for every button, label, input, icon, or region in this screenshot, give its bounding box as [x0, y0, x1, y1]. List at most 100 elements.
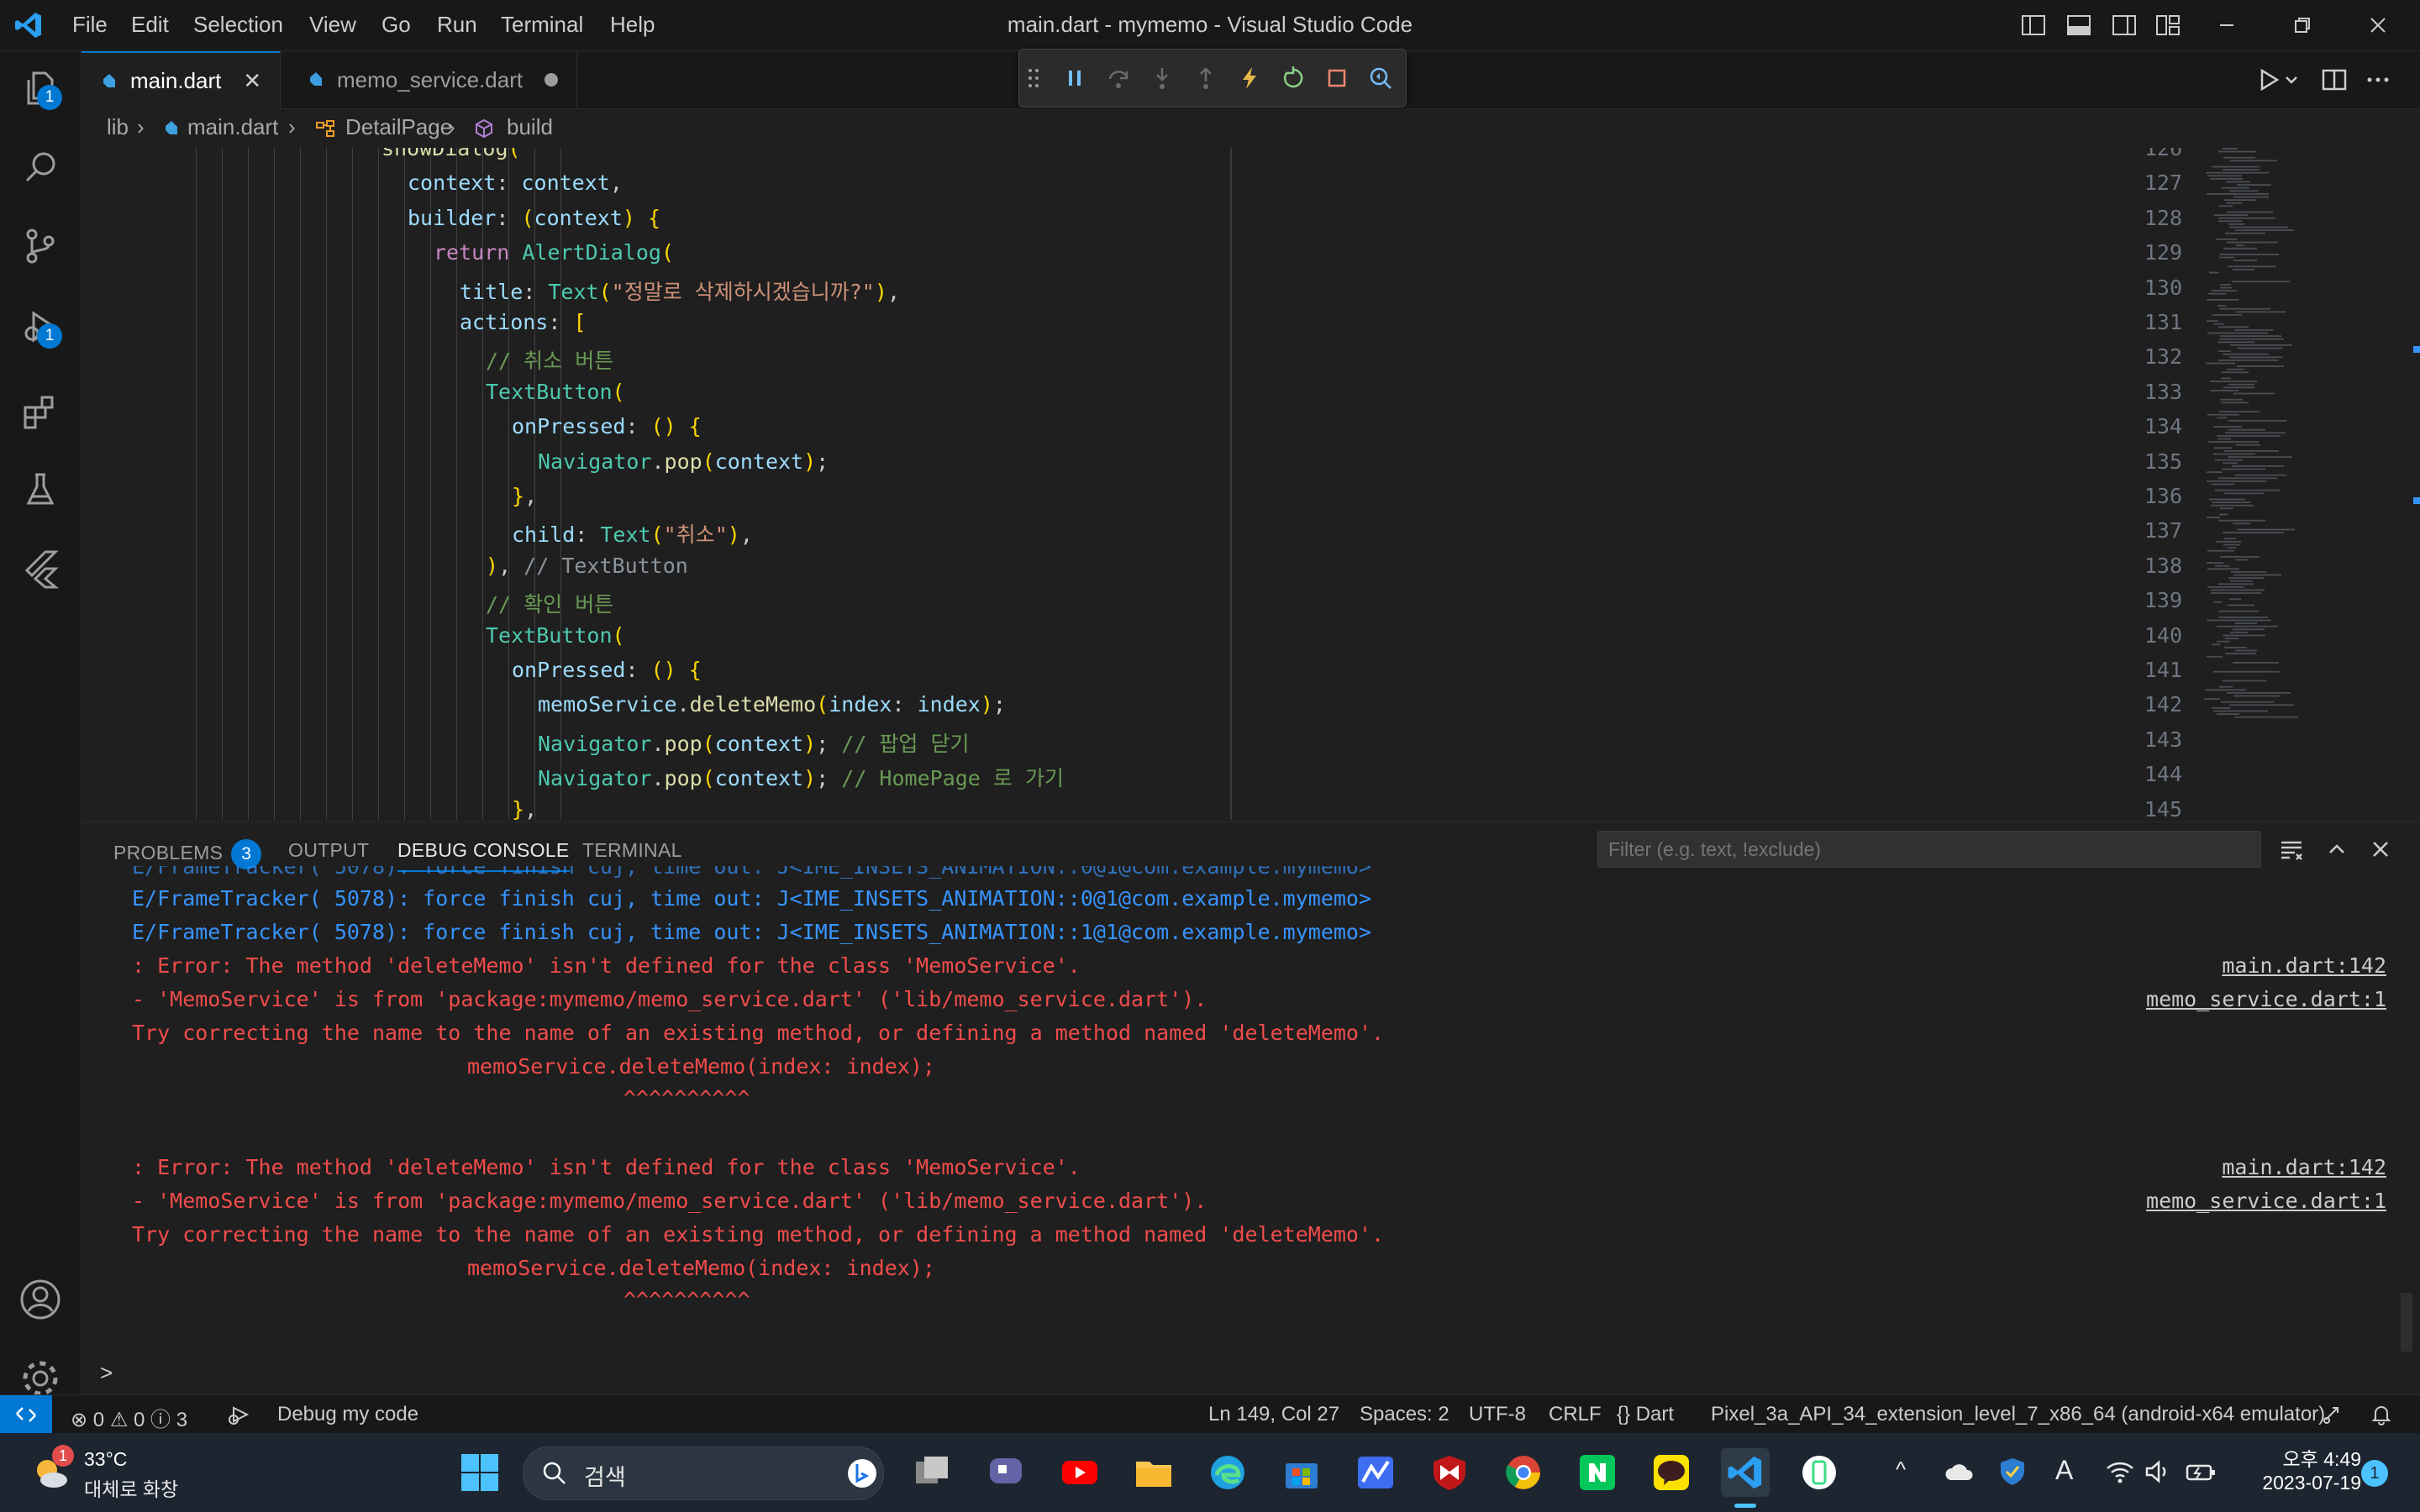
tab-output[interactable]: OUTPUT — [288, 839, 369, 862]
unsaved-dot-icon[interactable] — [544, 73, 559, 87]
run-icon[interactable] — [2254, 66, 2283, 94]
mcafee-app[interactable] — [1425, 1448, 1474, 1497]
close-window-button[interactable] — [2344, 7, 2412, 44]
menu-terminal[interactable]: Terminal — [501, 12, 583, 38]
clock-date[interactable]: 2023-07-19 — [2235, 1472, 2361, 1494]
store-app[interactable] — [1277, 1448, 1326, 1497]
minimize-button[interactable] — [2193, 7, 2260, 44]
file-explorer-app[interactable] — [1129, 1448, 1178, 1497]
source-link[interactable]: memo_service.dart:1 — [2146, 1189, 2386, 1213]
pause-icon[interactable] — [1060, 63, 1090, 93]
panel-scrollbar[interactable] — [2401, 1293, 2412, 1352]
console-prompt[interactable]: > — [100, 1360, 113, 1386]
search-view-button[interactable] — [13, 140, 67, 194]
stats-app[interactable] — [1351, 1448, 1400, 1497]
remote-indicator[interactable] — [0, 1395, 52, 1434]
edge-app[interactable] — [1203, 1448, 1252, 1497]
debug-config-icon[interactable] — [227, 1403, 250, 1426]
tab-debug-console[interactable]: DEBUG CONSOLE — [397, 839, 570, 872]
step-over-icon[interactable] — [1103, 63, 1134, 93]
devtools-search-icon[interactable] — [1365, 63, 1396, 93]
toggle-panel-icon[interactable] — [2065, 12, 2092, 39]
code-editor[interactable]: 126 showDialog(127 context: context, 128 bui… — [82, 148, 2420, 820]
breadcrumb-detailpage[interactable]: DetailPage — [345, 114, 452, 140]
debug-configuration[interactable]: Debug my code — [277, 1403, 418, 1426]
notification-badge[interactable]: 1 — [2361, 1460, 2388, 1487]
device-selector[interactable]: Pixel_3a_API_34_extension_level_7_x86_64… — [1711, 1403, 2325, 1426]
breadcrumb-main-dart[interactable]: main.dart — [187, 114, 278, 140]
maximize-panel-icon[interactable] — [2323, 836, 2350, 863]
testing-button[interactable] — [13, 463, 67, 517]
weather-widget[interactable]: 1 33°C 대체로 화창 — [30, 1445, 240, 1504]
indentation[interactable]: Spaces: 2 — [1360, 1403, 1449, 1426]
more-actions-icon[interactable] — [2364, 66, 2392, 94]
vscode-app[interactable] — [1721, 1448, 1770, 1497]
breadcrumb-build[interactable]: build — [507, 114, 553, 140]
ime-icon[interactable]: A — [2055, 1455, 2073, 1486]
menu-selection[interactable]: Selection — [193, 12, 283, 38]
toggle-primary-sidebar-icon[interactable] — [2020, 12, 2047, 39]
chevron-up-icon[interactable]: ^ — [1896, 1457, 1906, 1483]
run-debug-button[interactable]: 1 — [13, 300, 67, 354]
problems-status[interactable]: ⊗ 0 ⚠ 0 ⓘ 3 — [71, 1403, 187, 1432]
clock-time[interactable]: 오후 4:49 — [2235, 1443, 2361, 1472]
tab-memo-service-dart[interactable]: memo_service.dart — [288, 51, 578, 108]
onedrive-cloud-icon[interactable] — [1944, 1462, 1973, 1482]
chat-app[interactable] — [981, 1448, 1030, 1497]
toggle-secondary-sidebar-icon[interactable] — [2111, 12, 2138, 39]
split-editor-icon[interactable] — [2320, 66, 2349, 94]
breadcrumb-lib[interactable]: lib — [107, 114, 129, 140]
hot-reload-icon[interactable] — [1234, 63, 1265, 93]
menu-go[interactable]: Go — [381, 12, 411, 38]
extensions-button[interactable] — [13, 386, 67, 439]
accounts-button[interactable] — [13, 1273, 67, 1326]
step-into-icon[interactable] — [1147, 63, 1177, 93]
feedback-icon[interactable] — [2321, 1403, 2344, 1426]
close-tab-icon[interactable]: ✕ — [243, 68, 261, 94]
close-panel-icon[interactable] — [2367, 836, 2394, 863]
chrome-app[interactable] — [1499, 1448, 1548, 1497]
menu-help[interactable]: Help — [610, 12, 655, 38]
customize-layout-icon[interactable] — [2154, 12, 2181, 39]
encoding[interactable]: UTF-8 — [1469, 1403, 1526, 1426]
console-filter-input[interactable] — [1597, 831, 2261, 868]
task-view-button[interactable] — [908, 1448, 956, 1497]
menu-view[interactable]: View — [309, 12, 356, 38]
taskbar-search[interactable]: 검색 — [523, 1446, 884, 1500]
end-of-line[interactable]: CRLF — [1549, 1403, 1602, 1426]
tab-main-dart[interactable]: main.dart ✕ — [82, 51, 281, 109]
source-link[interactable]: main.dart:142 — [2222, 1155, 2386, 1179]
drag-handle-icon[interactable] — [1024, 63, 1043, 93]
source-link[interactable]: main.dart:142 — [2222, 953, 2386, 978]
stop-icon[interactable] — [1322, 63, 1352, 93]
code-line: memoService.deleteMemo(index: index); — [538, 692, 1006, 717]
debug-console-output[interactable]: E/FrameTracker( 5078): force finish cuj,… — [82, 866, 2420, 1353]
minimap[interactable] — [2199, 148, 2392, 820]
clear-console-icon[interactable] — [2278, 836, 2305, 863]
naver-app[interactable] — [1573, 1448, 1622, 1497]
wifi-icon[interactable] — [2106, 1460, 2134, 1483]
kakaotalk-app[interactable] — [1647, 1448, 1696, 1497]
battery-icon[interactable] — [2185, 1460, 2217, 1483]
tab-problems[interactable]: PROBLEMS 3 — [113, 839, 262, 869]
bell-icon[interactable] — [2370, 1403, 2393, 1426]
source-link[interactable]: memo_service.dart:1 — [2146, 987, 2386, 1011]
volume-icon[interactable] — [2144, 1460, 2173, 1483]
chevron-down-icon[interactable] — [2283, 66, 2300, 94]
explorer-button[interactable]: 1 — [13, 61, 67, 115]
menu-edit[interactable]: Edit — [131, 12, 169, 38]
emulator-app[interactable] — [1795, 1448, 1844, 1497]
restart-icon[interactable] — [1278, 63, 1308, 93]
source-control-button[interactable] — [13, 219, 67, 273]
youtube-app[interactable] — [1055, 1448, 1104, 1497]
restore-button[interactable] — [2269, 7, 2336, 44]
flutter-button[interactable] — [13, 542, 67, 596]
language-mode[interactable]: {} Dart — [1617, 1403, 1674, 1426]
security-shield-icon[interactable] — [1998, 1457, 2027, 1487]
cursor-position[interactable]: Ln 149, Col 27 — [1208, 1403, 1339, 1426]
menu-run[interactable]: Run — [437, 12, 477, 38]
tab-terminal[interactable]: TERMINAL — [582, 839, 682, 862]
menu-file[interactable]: File — [72, 12, 108, 38]
step-out-icon[interactable] — [1191, 63, 1221, 93]
start-button[interactable] — [455, 1448, 504, 1497]
